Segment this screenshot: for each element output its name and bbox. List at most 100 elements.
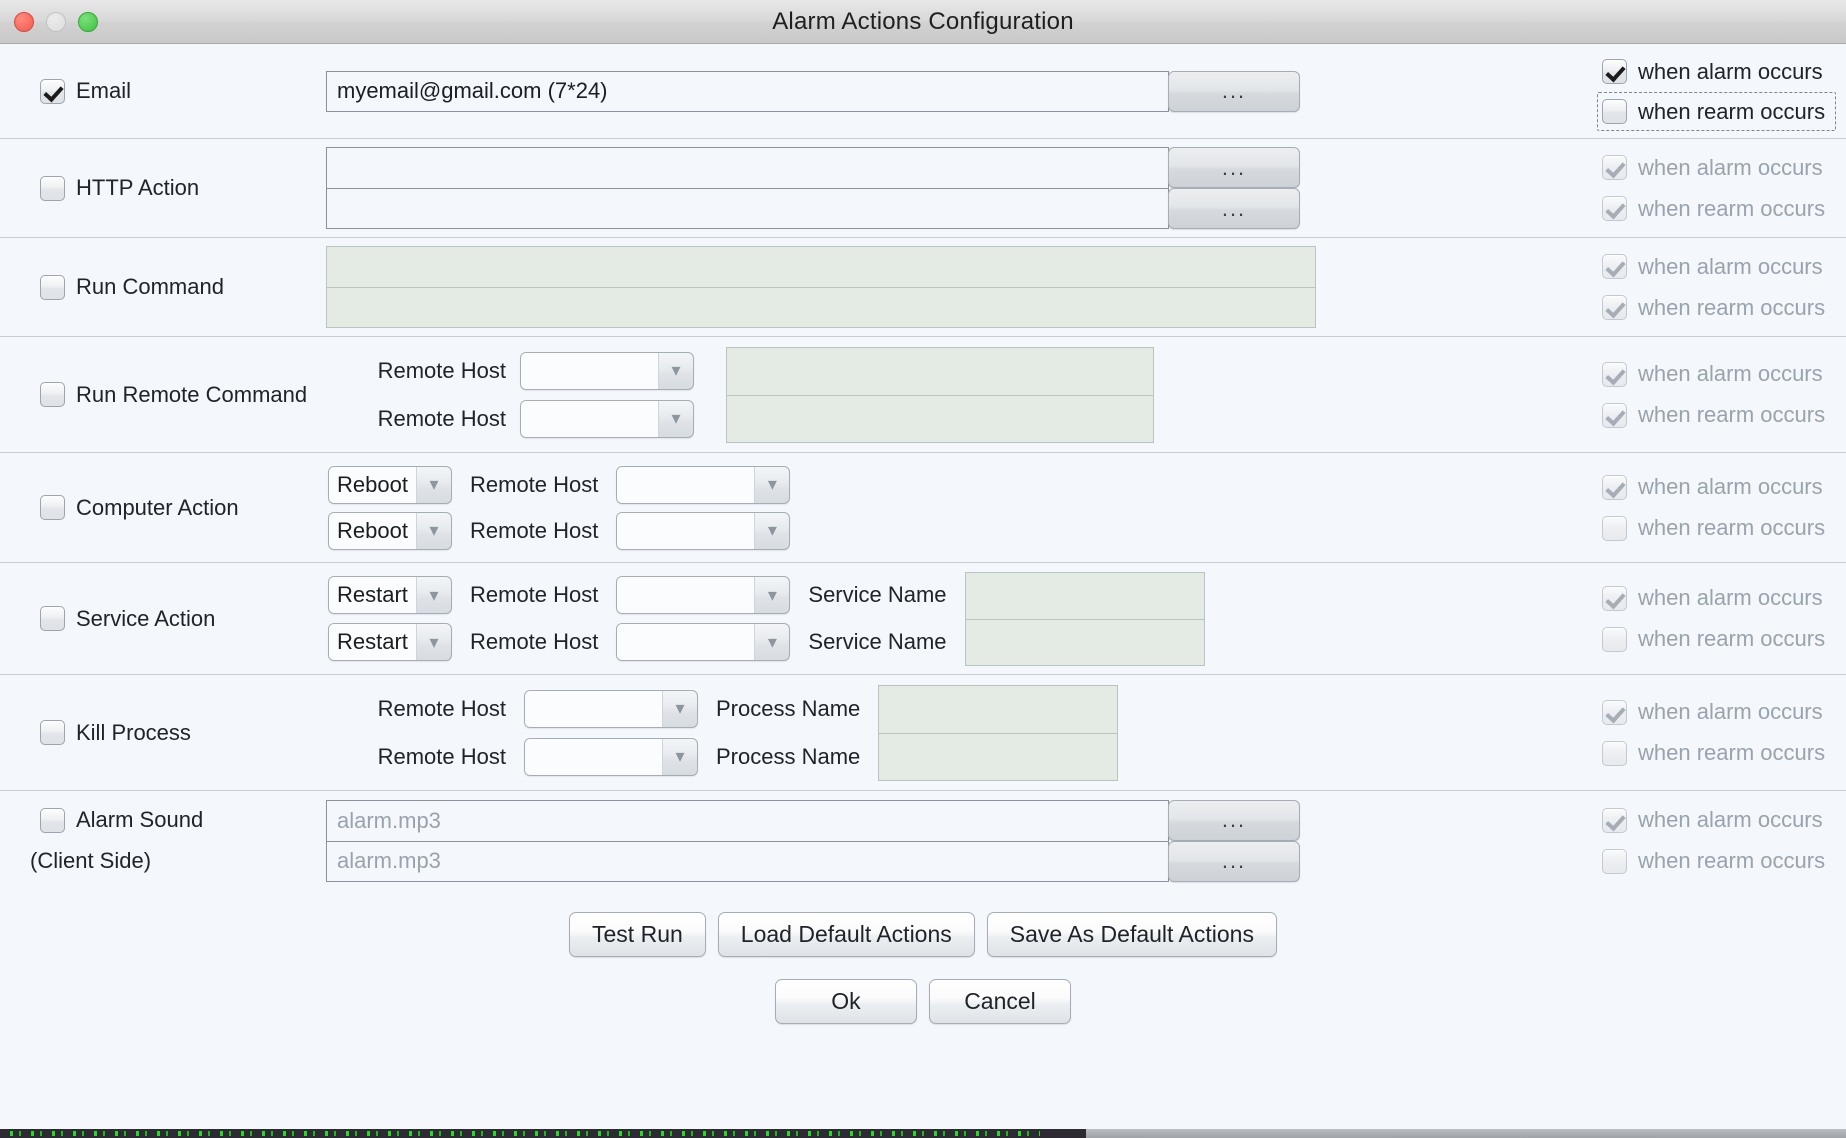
row-computer-action: Computer Action Reboot ▾ Remote Host ▾ bbox=[0, 453, 1846, 563]
computer-action-triggers-cell: when alarm occurs when rearm occurs bbox=[1584, 453, 1846, 562]
screen-artifact-strip bbox=[0, 1129, 1846, 1138]
email-address-input[interactable]: myemail@gmail.com (7*24) bbox=[326, 71, 1169, 112]
kill-process-enable-checkbox[interactable] bbox=[40, 720, 65, 745]
row-alarm-sound: Alarm Sound (Client Side) alarm.mp3 ... … bbox=[0, 791, 1846, 890]
http-label-cell: HTTP Action bbox=[0, 139, 326, 237]
http-enable-checkbox[interactable] bbox=[40, 176, 65, 201]
run-remote-enable-checkbox-line[interactable]: Run Remote Command bbox=[40, 374, 326, 415]
email-when-rearm-line[interactable]: when rearm occurs bbox=[1597, 92, 1836, 131]
alarm-sound-enable-checkbox-line[interactable]: Alarm Sound bbox=[30, 800, 326, 841]
http-url-input-1[interactable] bbox=[326, 147, 1169, 188]
alarm-sound-browse-button-1[interactable]: ... bbox=[1168, 800, 1300, 841]
chevron-down-icon: ▾ bbox=[659, 353, 693, 389]
run-command-label: Run Command bbox=[76, 274, 224, 300]
kill-process-field-cell: Remote Host ▾ Process Name Remote Host ▾… bbox=[326, 675, 1584, 790]
email-enable-checkbox-line[interactable]: Email bbox=[40, 71, 326, 112]
alarm-sound-when-alarm-label: when alarm occurs bbox=[1638, 807, 1823, 833]
alarm-sound-file-input-2[interactable]: alarm.mp3 bbox=[326, 841, 1169, 882]
chevron-down-icon: ▾ bbox=[417, 577, 451, 613]
run-remote-command-input-1[interactable] bbox=[726, 347, 1154, 395]
email-field-row: myemail@gmail.com (7*24) ... bbox=[326, 71, 1584, 112]
run-remote-field-cell: Remote Host ▾ Remote Host ▾ bbox=[326, 337, 1584, 452]
http-triggers-cell: when alarm occurs when rearm occurs bbox=[1584, 139, 1846, 237]
service-action-enable-checkbox[interactable] bbox=[40, 606, 65, 631]
service-action-host-select-1[interactable]: ▾ bbox=[616, 576, 790, 614]
service-name-input-2[interactable] bbox=[965, 619, 1205, 666]
run-remote-command-input-2[interactable] bbox=[726, 395, 1154, 443]
http-browse-button-1[interactable]: ... bbox=[1168, 147, 1300, 188]
http-browse-button-2[interactable]: ... bbox=[1168, 188, 1300, 229]
run-command-triggers-cell: when alarm occurs when rearm occurs bbox=[1584, 238, 1846, 336]
computer-action-host-select-1[interactable]: ▾ bbox=[616, 466, 790, 504]
computer-action-when-alarm-checkbox bbox=[1602, 475, 1627, 500]
save-as-default-actions-button[interactable]: Save As Default Actions bbox=[987, 912, 1277, 957]
computer-action-type-select-2[interactable]: Reboot ▾ bbox=[328, 512, 452, 550]
process-name-input-1[interactable] bbox=[878, 685, 1118, 733]
run-remote-host-select-2[interactable]: ▾ bbox=[520, 400, 694, 438]
service-action-host-value-2 bbox=[617, 624, 755, 660]
kill-process-host-select-1[interactable]: ▾ bbox=[524, 690, 698, 728]
email-enable-checkbox[interactable] bbox=[40, 79, 65, 104]
alarm-sound-browse-button-2[interactable]: ... bbox=[1168, 841, 1300, 882]
zoom-button[interactable] bbox=[78, 12, 98, 32]
service-action-when-rearm-checkbox bbox=[1602, 627, 1627, 652]
alarm-sound-when-alarm-line: when alarm occurs bbox=[1602, 800, 1846, 841]
alarm-sound-enable-checkbox[interactable] bbox=[40, 808, 65, 833]
computer-action-host-select-2[interactable]: ▾ bbox=[616, 512, 790, 550]
chevron-down-icon: ▾ bbox=[417, 467, 451, 503]
computer-action-enable-checkbox[interactable] bbox=[40, 495, 65, 520]
service-action-field-cell: Restart ▾ Remote Host ▾ Service Name Res… bbox=[326, 563, 1584, 674]
service-action-host-select-2[interactable]: ▾ bbox=[616, 623, 790, 661]
service-name-label-1: Service Name bbox=[808, 582, 946, 608]
service-action-type-select-1[interactable]: Restart ▾ bbox=[328, 576, 452, 614]
kill-process-enable-checkbox-line[interactable]: Kill Process bbox=[40, 712, 326, 753]
http-when-rearm-line: when rearm occurs bbox=[1602, 188, 1846, 229]
service-action-row-1: Restart ▾ Remote Host ▾ Service Name bbox=[326, 572, 1584, 619]
run-remote-row-1: Remote Host ▾ bbox=[326, 347, 1584, 395]
run-remote-host-select-1[interactable]: ▾ bbox=[520, 352, 694, 390]
computer-action-type-select-1[interactable]: Reboot ▾ bbox=[328, 466, 452, 504]
email-label: Email bbox=[76, 78, 131, 104]
alarm-sound-file-input-1[interactable]: alarm.mp3 bbox=[326, 800, 1169, 841]
email-when-alarm-line[interactable]: when alarm occurs bbox=[1602, 51, 1846, 92]
alarm-sound-when-rearm-line: when rearm occurs bbox=[1602, 841, 1846, 882]
minimize-button[interactable] bbox=[46, 12, 66, 32]
process-name-input-2[interactable] bbox=[878, 733, 1118, 781]
run-remote-enable-checkbox[interactable] bbox=[40, 382, 65, 407]
computer-action-label: Computer Action bbox=[76, 495, 239, 521]
kill-process-row-2: Remote Host ▾ Process Name bbox=[326, 733, 1584, 781]
run-command-input-2[interactable] bbox=[326, 287, 1316, 328]
computer-action-enable-checkbox-line[interactable]: Computer Action bbox=[40, 487, 326, 528]
computer-action-host-value-2 bbox=[617, 513, 755, 549]
email-when-alarm-checkbox[interactable] bbox=[1602, 59, 1627, 84]
alarm-sound-sublabel-line: (Client Side) bbox=[30, 841, 326, 882]
window-title: Alarm Actions Configuration bbox=[0, 8, 1846, 36]
computer-action-when-rearm-label: when rearm occurs bbox=[1638, 515, 1825, 541]
http-label: HTTP Action bbox=[76, 175, 199, 201]
ok-button[interactable]: Ok bbox=[775, 979, 917, 1024]
run-command-enable-checkbox-line[interactable]: Run Command bbox=[40, 267, 326, 308]
cancel-button[interactable]: Cancel bbox=[929, 979, 1071, 1024]
kill-process-host-value-1 bbox=[525, 691, 663, 727]
http-enable-checkbox-line[interactable]: HTTP Action bbox=[40, 168, 326, 209]
alarm-sound-triggers-cell: when alarm occurs when rearm occurs bbox=[1584, 791, 1846, 890]
service-action-type-select-2[interactable]: Restart ▾ bbox=[328, 623, 452, 661]
run-remote-when-alarm-label: when alarm occurs bbox=[1638, 361, 1823, 387]
email-when-rearm-checkbox[interactable] bbox=[1602, 99, 1627, 124]
kill-process-host-select-2[interactable]: ▾ bbox=[524, 738, 698, 776]
run-command-when-alarm-label: when alarm occurs bbox=[1638, 254, 1823, 280]
http-url-input-2[interactable] bbox=[326, 188, 1169, 229]
action-buttons-bar: Test Run Load Default Actions Save As De… bbox=[0, 912, 1846, 957]
load-default-actions-button[interactable]: Load Default Actions bbox=[718, 912, 975, 957]
email-browse-button[interactable]: ... bbox=[1168, 71, 1300, 112]
chevron-down-icon: ▾ bbox=[755, 467, 789, 503]
alarm-sound-row-1: alarm.mp3 ... bbox=[326, 800, 1584, 841]
test-run-button[interactable]: Test Run bbox=[569, 912, 706, 957]
service-name-input-1[interactable] bbox=[965, 572, 1205, 619]
service-action-enable-checkbox-line[interactable]: Service Action bbox=[40, 598, 326, 639]
run-command-input-1[interactable] bbox=[326, 246, 1316, 287]
service-action-label-cell: Service Action bbox=[0, 563, 326, 674]
close-button[interactable] bbox=[14, 12, 34, 32]
service-action-host-label-2: Remote Host bbox=[470, 629, 598, 655]
run-command-enable-checkbox[interactable] bbox=[40, 275, 65, 300]
